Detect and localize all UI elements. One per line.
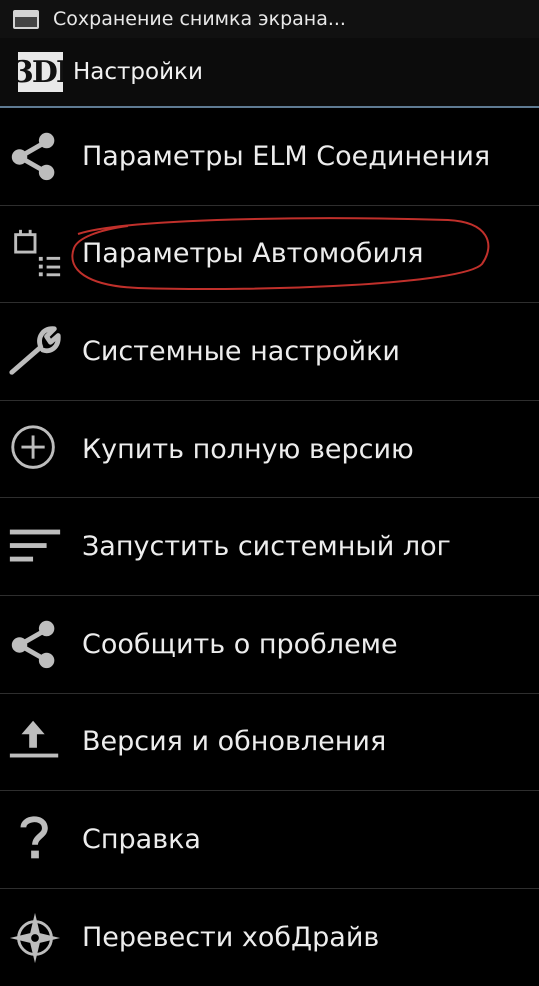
menu-item-elm-connection[interactable]: Параметры ELM Соединения	[0, 108, 539, 206]
menu-item-label: Параметры ELM Соединения	[82, 140, 491, 172]
compass-icon	[4, 908, 66, 968]
share-icon	[4, 614, 66, 674]
menu-item-label: Системные настройки	[82, 335, 400, 367]
menu-item-help[interactable]: Справка	[0, 791, 539, 889]
menu-item-label: Перевести хобДрайв	[82, 922, 380, 954]
page-title: Настройки	[73, 59, 203, 85]
menu-item-label: Купить полную версию	[82, 433, 414, 465]
menu-item-label: Версия и обновления	[82, 726, 387, 758]
status-text: Сохранение снимка экрана...	[53, 8, 346, 30]
menu-item-system-log[interactable]: Запустить системный лог	[0, 498, 539, 596]
action-bar: 3DI Настройки	[0, 38, 539, 108]
menu-item-system-settings[interactable]: Системные настройки	[0, 303, 539, 401]
upload-icon	[4, 712, 66, 772]
plus-circle-icon	[4, 419, 66, 479]
status-bar: Сохранение снимка экрана...	[0, 0, 539, 38]
app-logo[interactable]: 3DI	[18, 52, 63, 92]
log-lines-icon	[4, 517, 66, 577]
menu-item-car-params[interactable]: Параметры Автомобиля	[0, 206, 539, 304]
menu-item-label: Справка	[82, 823, 201, 855]
help-icon	[4, 809, 66, 869]
settings-menu: Параметры ELM Соединения Параметры Автом…	[0, 108, 539, 986]
menu-item-label: Сообщить о проблеме	[82, 628, 398, 660]
menu-item-version-updates[interactable]: Версия и обновления	[0, 694, 539, 792]
screenshot-icon	[13, 9, 39, 29]
wrench-icon	[4, 321, 66, 381]
car-params-icon	[4, 224, 66, 284]
share-icon	[4, 126, 66, 186]
menu-item-label: Запустить системный лог	[82, 531, 451, 563]
highlight-circle-annotation	[71, 216, 490, 290]
menu-item-buy-full[interactable]: Купить полную версию	[0, 401, 539, 499]
menu-item-translate[interactable]: Перевести хобДрайв	[0, 889, 539, 986]
menu-item-report-problem[interactable]: Сообщить о проблеме	[0, 596, 539, 694]
